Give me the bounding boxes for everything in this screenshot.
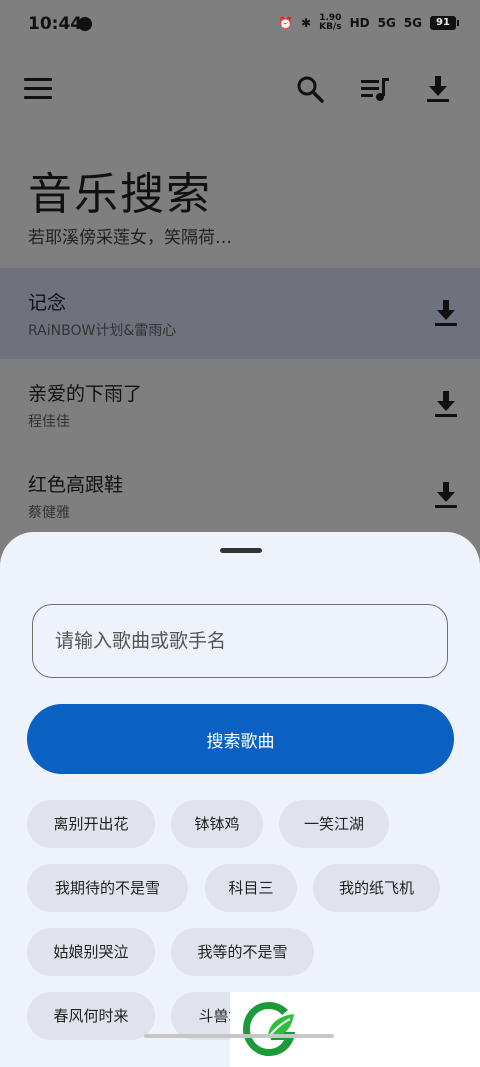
suggestion-chip[interactable]: 钵钵鸡 (171, 800, 263, 848)
song-artist: 蔡健雅 (28, 505, 70, 521)
search-icon[interactable] (296, 75, 324, 103)
alarm-icon: ⏰ (278, 16, 294, 30)
search-input[interactable] (32, 604, 448, 678)
logo-overlay (230, 992, 480, 1067)
song-title: 亲爱的下雨了 (28, 383, 143, 405)
status-icons: ⏰ ✱ 1.90 KB/s HD 5G 5G 91 (278, 13, 459, 32)
song-row[interactable]: 红色高跟鞋 蔡健雅 (0, 450, 480, 541)
song-artist: 程佳佳 (28, 414, 70, 430)
song-row[interactable]: 亲爱的下雨了 程佳佳 (0, 359, 480, 450)
bluetooth-icon: ✱ (301, 16, 312, 30)
suggestion-chip[interactable]: 我的纸飞机 (313, 864, 440, 912)
signal-5g-icon-2: 5G (403, 16, 422, 30)
suggestion-chip[interactable]: 姑娘别哭泣 (27, 928, 155, 976)
leaf-logo-icon (243, 1002, 295, 1056)
signal-5g-icon-1: 5G (377, 16, 396, 30)
download-icon[interactable] (432, 389, 460, 419)
song-title: 红色高跟鞋 (28, 474, 124, 496)
search-songs-button[interactable]: 搜索歌曲 (27, 704, 454, 774)
song-title: 记念 (28, 292, 67, 314)
song-row[interactable]: 记念 RAiNBOW计划&雷雨心 (0, 268, 480, 359)
suggestion-chip[interactable]: 一笑江湖 (279, 800, 389, 848)
suggestion-chip[interactable]: 离别开出花 (27, 800, 155, 848)
hd-icon: HD (349, 16, 370, 30)
download-icon[interactable] (432, 480, 460, 510)
download-icon[interactable] (432, 298, 460, 328)
suggestion-chip[interactable]: 科目三 (205, 864, 297, 912)
status-time: 10:44 (28, 14, 83, 34)
suggestion-chip[interactable]: 我等的不是雪 (171, 928, 314, 976)
download-icon[interactable] (424, 74, 452, 104)
battery-icon: 91 (430, 16, 459, 30)
drag-handle[interactable] (220, 548, 262, 553)
network-speed: 1.90 KB/s (319, 13, 342, 32)
suggestion-chip[interactable]: 我期待的不是雪 (27, 864, 188, 912)
menu-icon[interactable] (24, 78, 52, 102)
notification-icon (78, 17, 92, 31)
status-bar: 10:44 ⏰ ✱ 1.90 KB/s HD 5G 5G 91 (0, 0, 480, 52)
home-indicator[interactable] (144, 1034, 334, 1038)
page-title: 音乐搜索 (28, 169, 212, 220)
song-list: 记念 RAiNBOW计划&雷雨心 亲爱的下雨了 程佳佳 红色高跟鞋 蔡健雅 (0, 268, 480, 541)
playlist-icon[interactable] (360, 76, 390, 104)
app-bar (0, 60, 480, 120)
suggestion-chip[interactable]: 春风何时来 (27, 992, 155, 1040)
page-subtitle: 若耶溪傍采莲女，笑隔荷… (28, 228, 232, 248)
song-artist: RAiNBOW计划&雷雨心 (28, 323, 177, 339)
search-bottom-sheet: 搜索歌曲 离别开出花 钵钵鸡 一笑江湖 我期待的不是雪 科目三 我的纸飞机 姑娘… (0, 532, 480, 1067)
